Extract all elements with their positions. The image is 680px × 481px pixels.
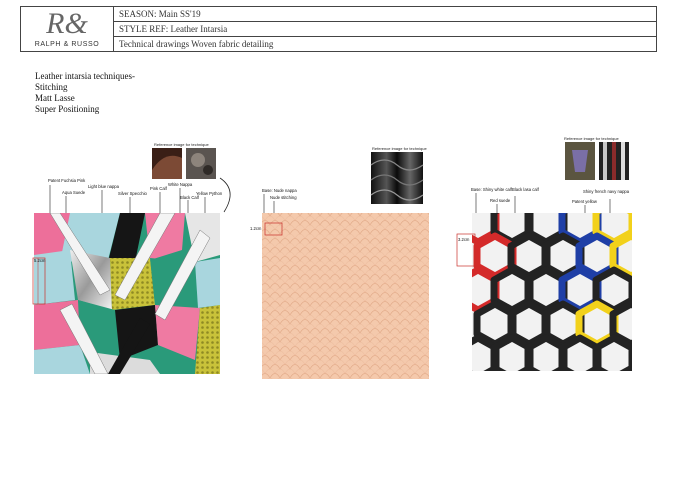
panel3-reference-images: [565, 142, 629, 180]
material-label: Nude stitching: [270, 195, 297, 200]
panel2-reference-image: [370, 152, 424, 204]
measure-label: 5.2cm: [34, 258, 46, 263]
material-label: Red suede: [490, 198, 511, 203]
material-label: Base: Shiny white calf: [471, 187, 512, 192]
panel2-reference-caption: Reference image for technique: [372, 146, 427, 151]
measure-label: 1.2cm: [250, 226, 262, 231]
material-label: Base: Nude nappa: [262, 188, 297, 193]
panel1-reference-images: [152, 148, 216, 179]
material-label: Silver Specchio: [118, 191, 147, 196]
material-label: White Nappa: [168, 182, 193, 187]
measure-label: 3.2cm: [458, 237, 470, 242]
panel3-swatch: [472, 213, 632, 371]
material-label: Black lasa calf: [512, 187, 539, 192]
panel3-reference-caption: Reference image for technique: [564, 136, 619, 141]
material-label: Yellow Python: [196, 191, 223, 196]
panel2-swatch: [262, 213, 429, 379]
material-label: Patent yellow: [572, 199, 597, 204]
panel1-reference-caption: Reference image for technique: [154, 142, 209, 147]
swatch-artwork: [32, 142, 632, 379]
material-label: Pink Calf: [150, 186, 167, 191]
panel1-swatch: [34, 213, 220, 374]
material-label: Patent Fuchsia Pink: [48, 178, 86, 183]
material-label: Aqua Suede: [62, 190, 86, 195]
material-label: Shiny french navy nappa: [583, 189, 630, 194]
material-label: Light blue nappa: [88, 184, 119, 189]
